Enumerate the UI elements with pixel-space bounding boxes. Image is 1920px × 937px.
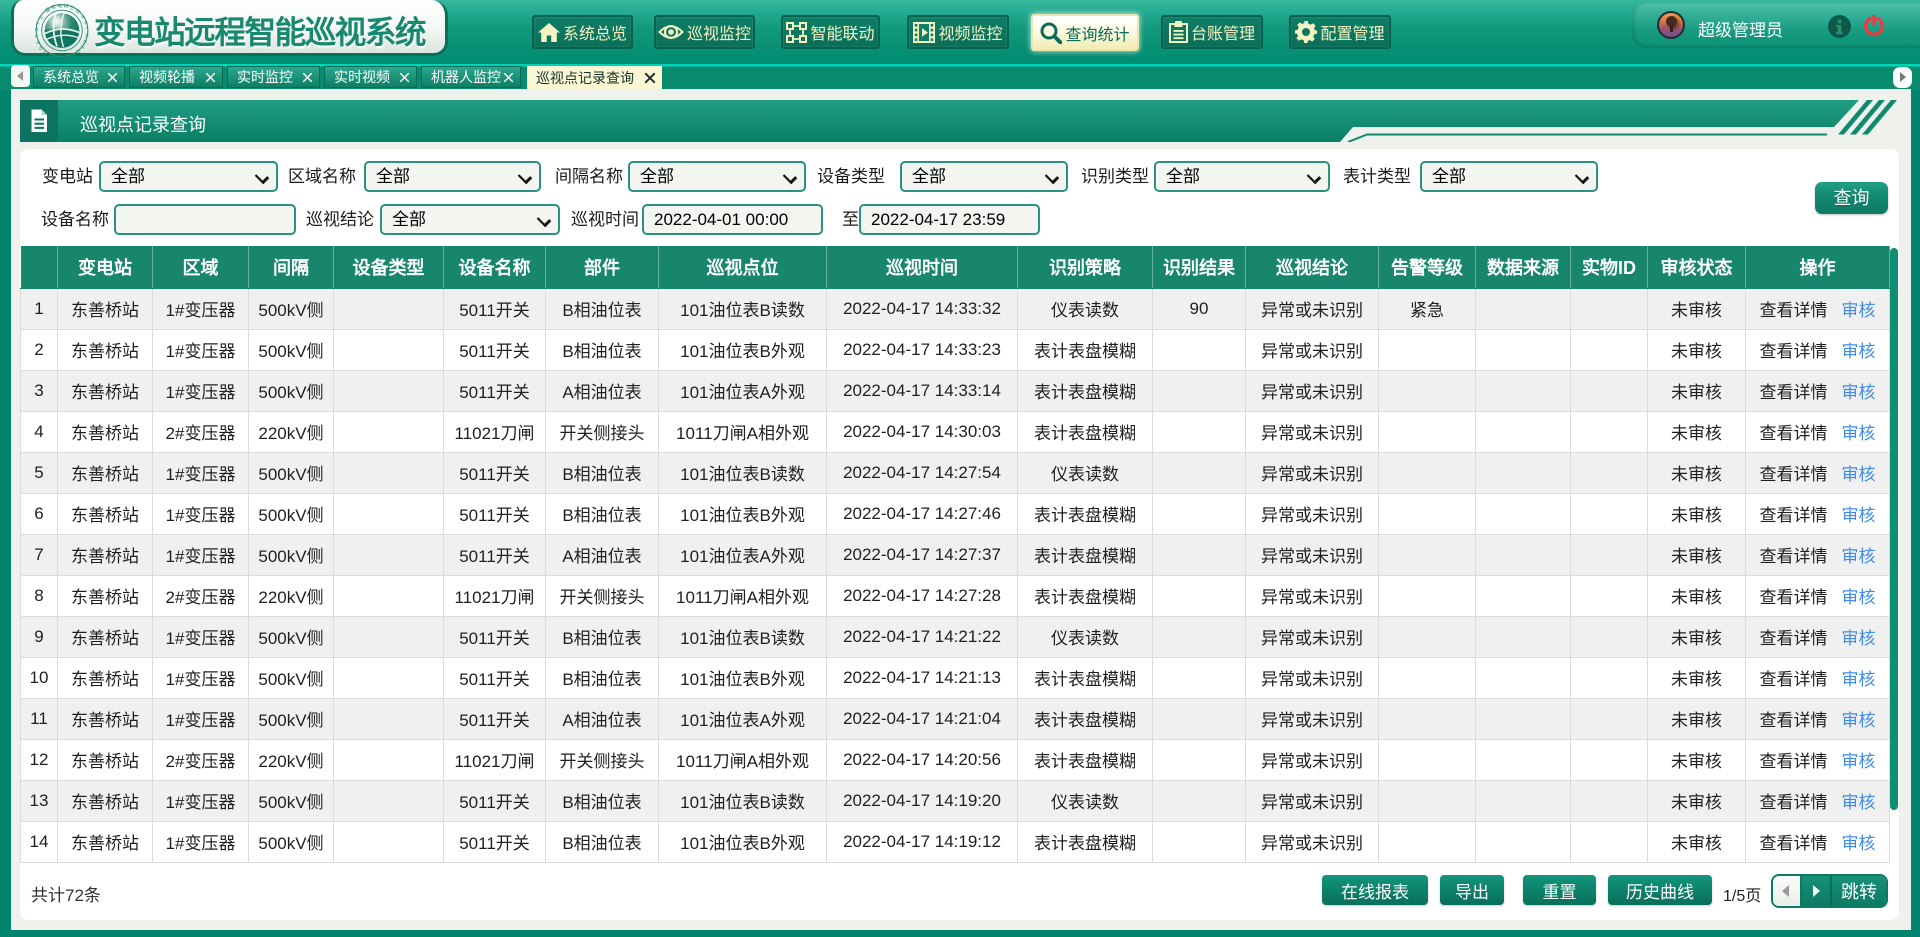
- svg-text:O: O: [61, 55, 66, 57]
- svg-text:C: C: [57, 55, 61, 57]
- svg-text:T: T: [34, 34, 41, 38]
- svg-text:A: A: [34, 27, 40, 31]
- svg-text:R: R: [66, 53, 72, 57]
- svg-text:T: T: [35, 22, 42, 26]
- svg-text:S: S: [38, 15, 45, 21]
- svg-text:电: 电: [57, 4, 63, 10]
- svg-text:H: H: [83, 33, 89, 37]
- svg-text:网: 网: [63, 4, 69, 10]
